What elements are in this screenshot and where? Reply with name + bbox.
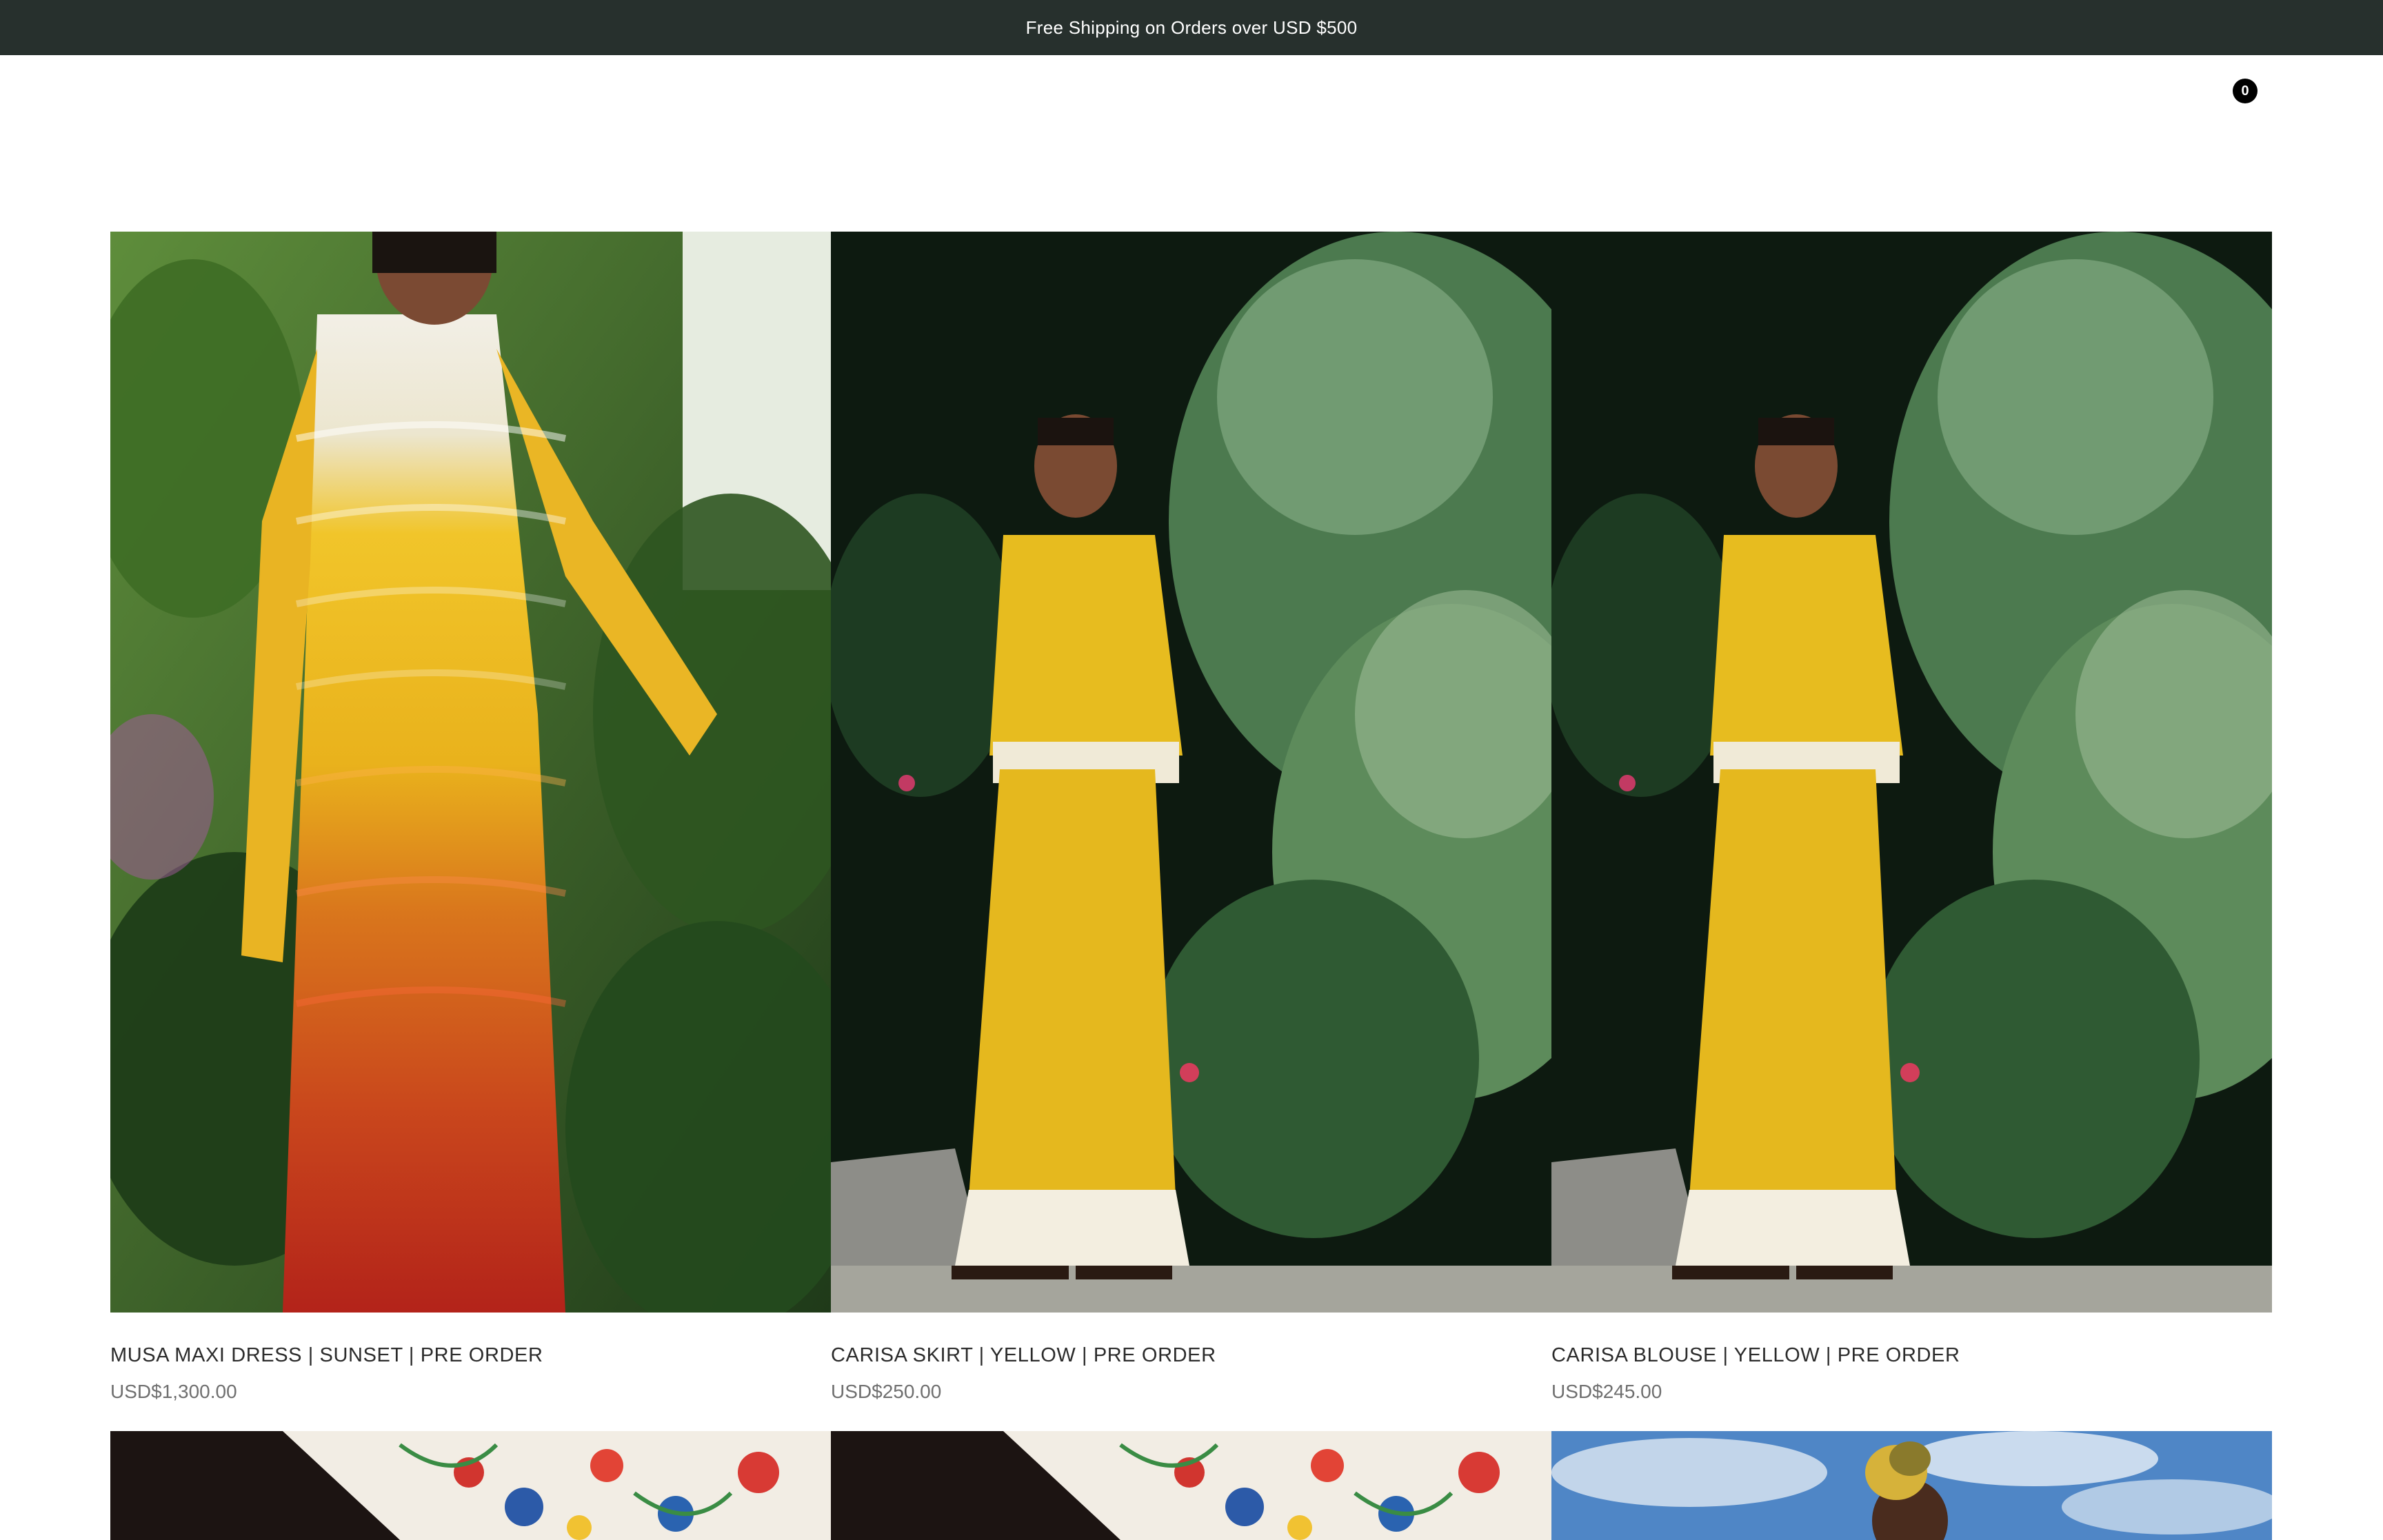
product-price: USD$1,300.00 (110, 1381, 237, 1402)
cart-count-badge[interactable]: 0 (2233, 79, 2258, 103)
product-image-row2-3[interactable] (1551, 1431, 2272, 1540)
product-price: USD$250.00 (831, 1381, 942, 1402)
cart-count: 0 (2241, 83, 2249, 99)
product-image-row2-1[interactable] (110, 1431, 831, 1540)
product-price: USD$245.00 (1551, 1381, 1662, 1402)
product-image-carisa-blouse[interactable] (1551, 232, 2272, 1313)
announcement-bar: Free Shipping on Orders over USD $500 (0, 0, 2383, 55)
product-image-musa-maxi-dress[interactable] (110, 232, 831, 1313)
announcement-text: Free Shipping on Orders over USD $500 (1025, 17, 1358, 38)
product-title[interactable]: CARISA BLOUSE | YELLOW | PRE ORDER (1551, 1344, 2272, 1367)
product-title[interactable]: MUSA MAXI DRESS | SUNSET | PRE ORDER (110, 1344, 831, 1367)
product-title[interactable]: CARISA SKIRT | YELLOW | PRE ORDER (831, 1344, 1551, 1367)
site-header (0, 55, 2383, 179)
product-image-row2-2[interactable] (831, 1431, 1551, 1540)
product-image-carisa-skirt[interactable] (831, 232, 1551, 1313)
